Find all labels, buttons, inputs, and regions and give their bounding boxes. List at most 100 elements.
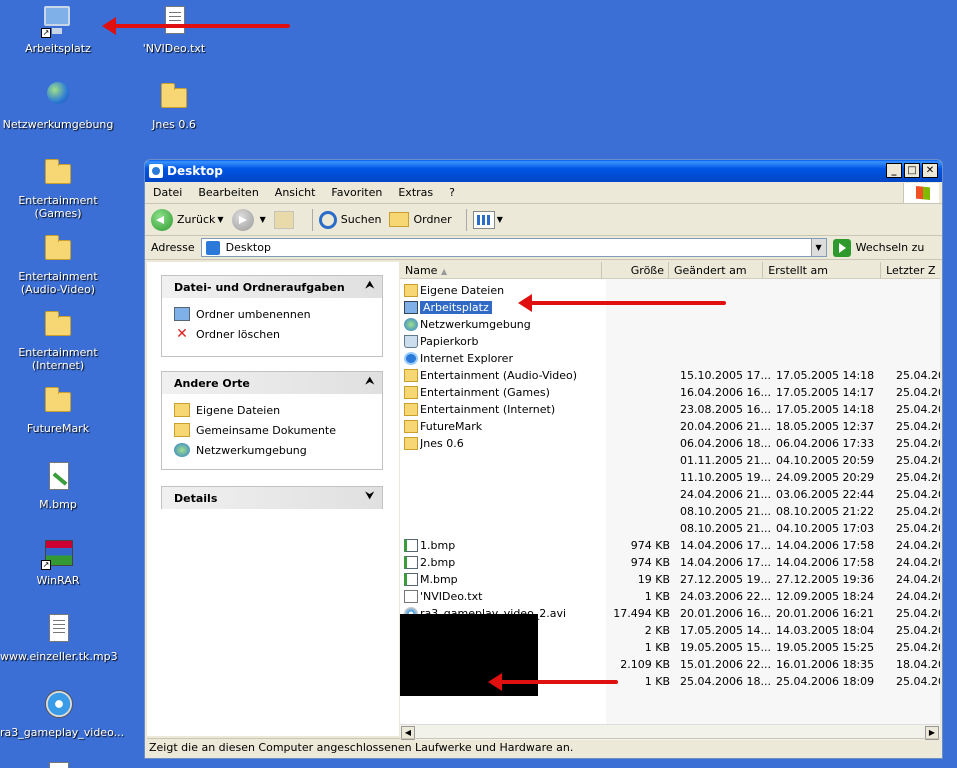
back-label: Zurück bbox=[177, 213, 216, 226]
address-value: Desktop bbox=[225, 241, 271, 254]
close-button[interactable]: ✕ bbox=[922, 163, 938, 178]
desktop-icon-entertainment-games[interactable]: Entertainment (Games) bbox=[0, 156, 116, 220]
ie-file-icon bbox=[404, 352, 418, 365]
desktop-icon-label: Arbeitsplatz bbox=[25, 42, 91, 55]
file-name: Netzwerkumgebung bbox=[420, 318, 531, 331]
file-row[interactable]: 01.11.2005 21... 04.10.2005 20:59 25.04.20 bbox=[400, 452, 940, 469]
desktop-icon-m-bmp[interactable]: M.bmp bbox=[0, 460, 116, 511]
other-places-panel: Andere Orte ⮝ Eigene Dateien Gemeinsame … bbox=[161, 371, 383, 470]
file-row[interactable]: FutureMark 20.04.2006 21... 18.05.2005 12:… bbox=[400, 418, 940, 435]
folder-icon bbox=[45, 387, 71, 412]
desktop-icon-einzeller-mp3[interactable]: www.einzeller.tk.mp3 bbox=[0, 612, 118, 663]
file-row[interactable]: M.bmp 19 KB 27.12.2005 19... 27.12.2005 19:… bbox=[400, 571, 940, 588]
column-header-name[interactable]: Name ▲ bbox=[400, 262, 603, 279]
folder-icon bbox=[174, 423, 190, 437]
menu-favoriten[interactable]: Favoriten bbox=[323, 186, 390, 199]
file-modified: 14.04.2006 17... bbox=[680, 556, 771, 569]
file-modified: 20.01.2006 16... bbox=[680, 607, 771, 620]
forward-button[interactable]: ▼ bbox=[231, 208, 266, 231]
chevron-down-icon[interactable]: ▼ bbox=[260, 215, 266, 224]
back-button[interactable]: Zurück ▼ bbox=[151, 208, 224, 231]
file-created: 06.04.2006 17:33 bbox=[776, 437, 875, 450]
file-row[interactable]: Papierkorb bbox=[400, 333, 940, 350]
toolbar: Zurück ▼ ▼ Suchen Ordner ▼ bbox=[145, 204, 942, 236]
desktop-icon-entertainment-internet[interactable]: Entertainment (Internet) bbox=[0, 308, 116, 372]
desktop-icon-jnes[interactable]: Jnes 0.6 bbox=[116, 80, 232, 131]
file-name: M.bmp bbox=[420, 573, 458, 586]
desktop-icon-winrar[interactable]: ↗ WinRAR bbox=[0, 536, 116, 587]
delete-icon: ✕ bbox=[176, 326, 188, 342]
task-delete-folder[interactable]: ✕ Ordner löschen bbox=[174, 324, 372, 344]
task-rename-folder[interactable]: Ordner umbenennen bbox=[174, 304, 372, 324]
place-shared-documents[interactable]: Gemeinsame Dokumente bbox=[174, 420, 372, 440]
file-row[interactable]: Netzwerkumgebung bbox=[400, 316, 940, 333]
folders-button[interactable]: Ordner bbox=[389, 212, 452, 227]
menu-bar: Datei Bearbeiten Ansicht Favoriten Extra… bbox=[145, 182, 942, 204]
desktop-icon-futuremark[interactable]: FutureMark bbox=[0, 384, 116, 435]
collapse-icon[interactable]: ⮝ bbox=[366, 376, 375, 387]
desktop-icon-arbeitsplatz[interactable]: ↗ Arbeitsplatz bbox=[0, 4, 116, 55]
place-my-documents[interactable]: Eigene Dateien bbox=[174, 400, 372, 420]
desktop-icon-entertainment-audio-video[interactable]: Entertainment (Audio-Video) bbox=[0, 232, 116, 296]
place-network[interactable]: Netzwerkumgebung bbox=[174, 440, 372, 460]
menu-datei[interactable]: Datei bbox=[145, 186, 190, 199]
column-header-size[interactable]: Größe bbox=[602, 262, 669, 279]
title-bar[interactable]: Desktop _ □ ✕ bbox=[145, 160, 942, 182]
column-header-last-access[interactable]: Letzter Z bbox=[881, 262, 940, 279]
file-list[interactable]: Name ▲ Größe Geändert am Erstellt am Let… bbox=[400, 262, 940, 724]
go-button[interactable]: Wechseln zu bbox=[832, 238, 924, 257]
file-row[interactable]: Entertainment (Internet) 23.08.2005 16...… bbox=[400, 401, 940, 418]
expand-icon[interactable]: ⮟ bbox=[366, 491, 375, 502]
file-row[interactable]: Jnes 0.6 06.04.2006 18... 06.04.2006 17:33… bbox=[400, 435, 940, 452]
file-row[interactable]: Eigene Dateien bbox=[400, 282, 940, 299]
file-row[interactable]: 08.10.2005 21... 08.10.2005 21:22 25.04.20 bbox=[400, 503, 940, 520]
file-created: 08.10.2005 21:22 bbox=[776, 505, 875, 518]
file-created: 14.04.2006 17:58 bbox=[776, 539, 875, 552]
desktop-icon-partial[interactable] bbox=[0, 760, 116, 768]
address-dropdown-button[interactable]: ▼ bbox=[810, 239, 826, 256]
file-last-access: 25.04.20 bbox=[896, 369, 940, 382]
desktop-icon-nvideo-txt[interactable]: 'NVIDeo.txt bbox=[116, 4, 232, 55]
file-row[interactable]: 11.10.2005 19... 24.09.2005 20:29 25.04.20 bbox=[400, 469, 940, 486]
minimize-button[interactable]: _ bbox=[886, 163, 902, 178]
file-created: 20.01.2006 16:21 bbox=[776, 607, 875, 620]
desktop-icon-netzwerkumgebung[interactable]: Netzwerkumgebung bbox=[0, 80, 116, 131]
file-created: 14.04.2006 17:58 bbox=[776, 556, 875, 569]
file-modified: 08.10.2005 21... bbox=[680, 522, 771, 535]
menu-bearbeiten[interactable]: Bearbeiten bbox=[190, 186, 266, 199]
shortcut-arrow-icon: ↗ bbox=[41, 28, 51, 38]
menu-extras[interactable]: Extras bbox=[390, 186, 441, 199]
up-button[interactable] bbox=[273, 210, 298, 229]
chevron-down-icon[interactable]: ▼ bbox=[217, 215, 223, 224]
maximize-button[interactable]: □ bbox=[904, 163, 920, 178]
column-header-modified[interactable]: Geändert am bbox=[669, 262, 764, 279]
file-row[interactable]: Entertainment (Games) 16.04.2006 16... 17.… bbox=[400, 384, 940, 401]
explorer-window[interactable]: Desktop _ □ ✕ Datei Bearbeiten Ansicht F… bbox=[144, 159, 943, 759]
file-row[interactable]: 08.10.2005 21... 04.10.2005 17:03 25.04.20 bbox=[400, 520, 940, 537]
file-last-access: 25.04.20 bbox=[896, 522, 940, 535]
menu-ansicht[interactable]: Ansicht bbox=[267, 186, 324, 199]
views-button[interactable]: ▼ bbox=[472, 210, 503, 229]
annotation-arrow bbox=[518, 294, 726, 312]
menu-help[interactable]: ? bbox=[441, 186, 463, 199]
file-row[interactable]: 2.bmp 974 KB 14.04.2006 17... 14.04.2006 17… bbox=[400, 554, 940, 571]
search-button[interactable]: Suchen bbox=[318, 210, 381, 229]
place-label: Gemeinsame Dokumente bbox=[196, 423, 336, 437]
file-row[interactable]: Internet Explorer bbox=[400, 350, 940, 367]
file-row[interactable]: 24.04.2006 21... 03.06.2005 22:44 25.04.20 bbox=[400, 486, 940, 503]
file-row[interactable]: 'NVIDeo.txt 1 KB 24.03.2006 22... 12.09.200… bbox=[400, 588, 940, 605]
column-header-created[interactable]: Erstellt am bbox=[763, 262, 882, 279]
collapse-icon[interactable]: ⮝ bbox=[366, 280, 375, 291]
place-label: Netzwerkumgebung bbox=[196, 443, 307, 457]
file-last-access: 25.04.20 bbox=[896, 471, 940, 484]
file-modified: 06.04.2006 18... bbox=[680, 437, 771, 450]
other-places-header[interactable]: Andere Orte ⮝ bbox=[162, 372, 382, 394]
list-header: Name ▲ Größe Geändert am Erstellt am Let… bbox=[400, 262, 940, 279]
file-tasks-header[interactable]: Datei- und Ordneraufgaben ⮝ bbox=[162, 276, 382, 298]
file-last-access: 25.04.20 bbox=[896, 675, 940, 688]
desktop-icon-ra3-video[interactable]: ra3_gameplay_video... bbox=[0, 688, 124, 739]
details-header[interactable]: Details ⮟ bbox=[162, 487, 382, 509]
address-input[interactable]: Desktop ▼ bbox=[200, 238, 827, 257]
file-row[interactable]: Entertainment (Audio-Video) 15.10.2005 17… bbox=[400, 367, 940, 384]
file-row[interactable]: 1.bmp 974 KB 14.04.2006 17... 14.04.2006 17… bbox=[400, 537, 940, 554]
